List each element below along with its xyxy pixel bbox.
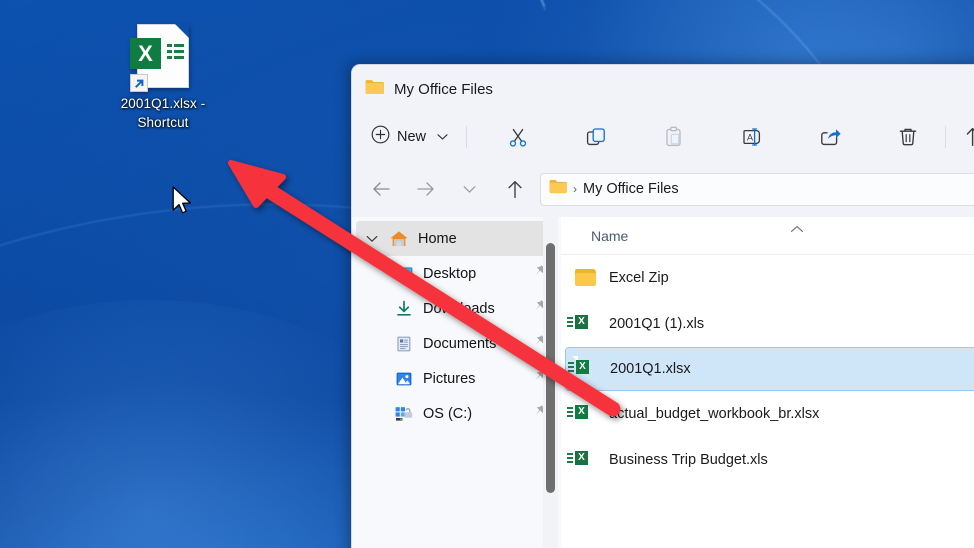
forward-button[interactable]: [408, 173, 442, 205]
explorer-content: Home Desktop: [352, 217, 974, 548]
downloads-icon: [394, 299, 414, 319]
toolbar-divider: [466, 126, 467, 148]
shortcut-overlay-icon: [130, 74, 148, 92]
desktop-icon-label: 2001Q1.xlsx - Shortcut: [104, 94, 222, 132]
column-header-row[interactable]: Name: [561, 217, 974, 255]
chevron-down-icon[interactable]: [437, 128, 448, 146]
file-row-business-trip-budget[interactable]: X Business Trip Budget.xls: [561, 437, 974, 483]
breadcrumb-separator: ›: [573, 182, 577, 196]
sort-button[interactable]: [955, 120, 974, 154]
sidebar-item-home[interactable]: Home: [356, 221, 557, 256]
sidebar-item-label: OS (C:): [423, 406, 472, 422]
desktop-icon: [394, 264, 414, 284]
address-bar[interactable]: › My Office Files: [540, 173, 974, 206]
sidebar-item-downloads[interactable]: Downloads: [356, 291, 557, 326]
file-name: Excel Zip: [609, 270, 669, 286]
recent-locations-button[interactable]: [452, 173, 486, 205]
breadcrumb-current-folder[interactable]: My Office Files: [583, 181, 679, 197]
file-list-pane[interactable]: Name Excel Zip X 2001Q1 (1).xls X: [561, 217, 974, 548]
cut-button[interactable]: [500, 120, 536, 154]
toolbar-divider: [945, 126, 946, 148]
sidebar-item-label: Home: [418, 231, 457, 247]
xls-file-icon: X: [575, 311, 597, 337]
folder-icon: [575, 269, 597, 287]
plus-circle-icon: [371, 125, 390, 149]
sidebar-item-label: Downloads: [423, 301, 495, 317]
folder-icon: [365, 79, 384, 100]
file-explorer-window[interactable]: My Office Files New: [351, 64, 974, 548]
back-button[interactable]: [364, 173, 398, 205]
desktop-icon-label-line1: 2001Q1.xlsx -: [104, 94, 222, 113]
excel-x-badge: X: [130, 38, 161, 69]
file-row-excel-zip[interactable]: Excel Zip: [561, 255, 974, 301]
xlsx-file-icon: X: [576, 356, 598, 382]
sidebar-item-os-c[interactable]: OS (C:): [356, 396, 557, 431]
navigation-pane[interactable]: Home Desktop: [352, 217, 561, 548]
file-name: actual_budget_workbook_br.xlsx: [609, 406, 819, 422]
file-name: 2001Q1.xlsx: [610, 361, 691, 377]
desktop-shortcut-2001q1[interactable]: X 2001Q1.xlsx - Shortcut: [104, 24, 222, 132]
chevron-up-icon: [790, 221, 804, 239]
chevron-down-icon[interactable]: [364, 235, 380, 243]
documents-icon: [394, 334, 414, 354]
sidebar-item-label: Documents: [423, 336, 496, 352]
pictures-icon: [394, 369, 414, 389]
sidebar-item-desktop[interactable]: Desktop: [356, 256, 557, 291]
svg-text:A: A: [747, 132, 753, 142]
sidebar-item-label: Pictures: [423, 371, 475, 387]
sidebar-item-pictures[interactable]: Pictures: [356, 361, 557, 396]
file-row-2001q1-1-xls[interactable]: X 2001Q1 (1).xls: [561, 301, 974, 347]
drive-icon: [394, 404, 414, 424]
new-button-label: New: [397, 129, 426, 145]
file-row-2001q1-xlsx[interactable]: X 2001Q1.xlsx: [565, 347, 974, 391]
column-header-name[interactable]: Name: [591, 228, 628, 244]
rename-button[interactable]: A: [734, 120, 770, 154]
file-name: 2001Q1 (1).xls: [609, 316, 704, 332]
spreadsheet-grid-icon: [167, 44, 184, 61]
folder-icon: [549, 179, 567, 199]
window-title: My Office Files: [394, 81, 493, 98]
new-button[interactable]: New: [362, 120, 457, 154]
file-row-actual-budget-workbook[interactable]: X actual_budget_workbook_br.xlsx: [561, 391, 974, 437]
explorer-titlebar[interactable]: My Office Files: [352, 65, 974, 113]
file-name: Business Trip Budget.xls: [609, 452, 768, 468]
copy-button[interactable]: [578, 120, 614, 154]
share-button[interactable]: [812, 120, 848, 154]
sidebar-item-documents[interactable]: Documents: [356, 326, 557, 361]
delete-button[interactable]: [890, 120, 926, 154]
sidebar-item-label: Desktop: [423, 266, 476, 282]
mouse-cursor: [172, 186, 194, 223]
sidebar-scrollbar-thumb[interactable]: [546, 243, 555, 493]
xls-file-icon: X: [575, 447, 597, 473]
up-button[interactable]: [498, 173, 532, 205]
explorer-address-row[interactable]: › My Office Files: [352, 161, 974, 217]
home-icon: [389, 229, 409, 249]
xlsx-file-icon: X: [575, 401, 597, 427]
explorer-toolbar[interactable]: New: [352, 113, 974, 161]
paste-button[interactable]: [656, 120, 692, 154]
excel-document-icon: X: [137, 24, 189, 88]
desktop-icon-label-line2: Shortcut: [104, 113, 222, 132]
